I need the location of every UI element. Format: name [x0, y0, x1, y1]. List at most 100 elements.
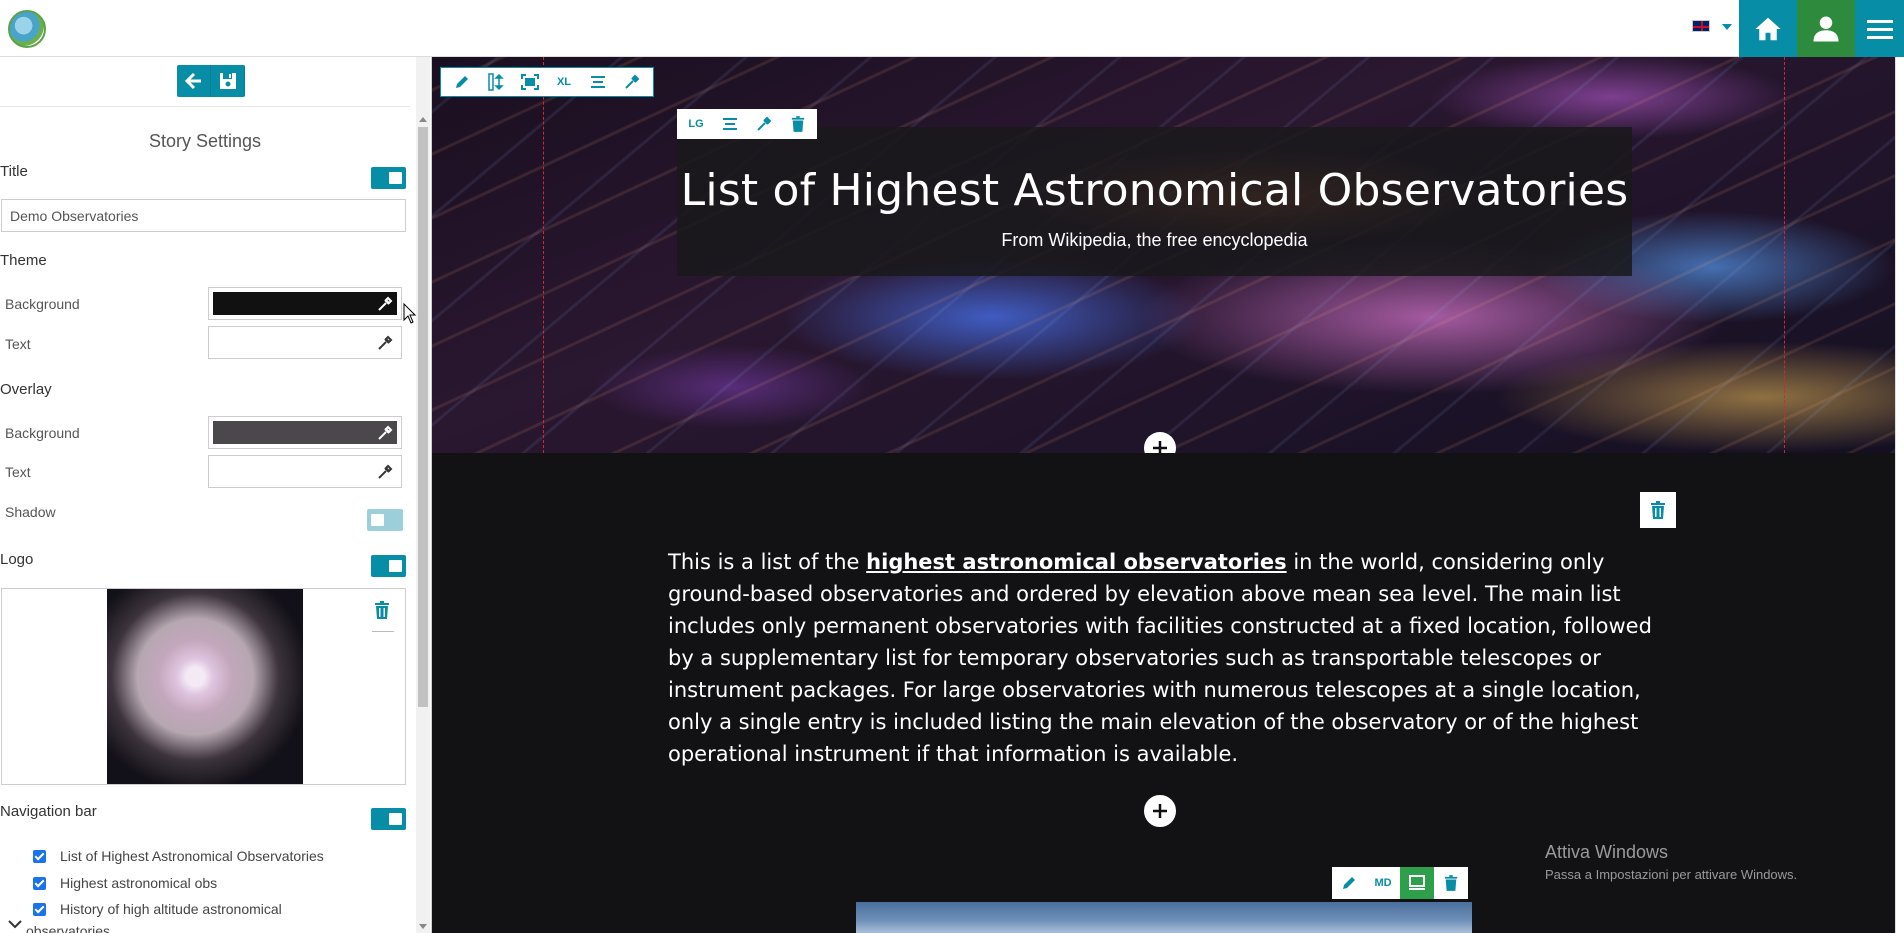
image-toolbar: MD	[1332, 867, 1468, 899]
logo-preview-box	[1, 588, 406, 785]
nav-item-label: History of high altitude astronomical	[60, 901, 282, 917]
eyedropper-icon	[378, 335, 393, 350]
overlay-background-label: Background	[5, 425, 80, 441]
delete-image-button[interactable]	[1434, 867, 1468, 899]
collapse-chevron-icon[interactable]	[8, 918, 22, 932]
delete-paragraph-button[interactable]	[1640, 492, 1676, 528]
plus-icon	[1153, 804, 1167, 818]
fullscreen-toggle-button[interactable]	[1400, 867, 1434, 899]
sidebar-divider	[0, 106, 410, 107]
edit-image-button[interactable]	[1332, 867, 1366, 899]
nav-item[interactable]: List of Highest Astronomical Observatori…	[33, 848, 324, 864]
scroll-up-arrow-icon[interactable]	[419, 117, 427, 122]
overlay-background-color-field[interactable]	[208, 416, 402, 449]
theme-text-label: Text	[5, 336, 31, 352]
overlay-text-label: Text	[5, 464, 31, 480]
align-button[interactable]	[581, 68, 615, 96]
theme-label: Theme	[0, 252, 47, 269]
size-md-button[interactable]: MD	[1366, 867, 1400, 899]
overlay-background-swatch	[213, 421, 397, 444]
globe-logo[interactable]	[8, 10, 46, 48]
guide-line-left	[543, 57, 544, 453]
hero-toolbar: XL	[440, 67, 654, 97]
theme-background-swatch	[213, 292, 397, 315]
arrow-left-icon	[184, 72, 201, 90]
title-label: Title	[0, 163, 28, 180]
navigation-bar-toggle[interactable]	[371, 808, 406, 830]
logo-label: Logo	[0, 551, 34, 568]
hamburger-menu-icon	[1866, 19, 1893, 39]
top-header	[0, 0, 1904, 57]
overlay-text-swatch	[213, 460, 397, 483]
theme-background-color-field[interactable]	[208, 287, 402, 320]
user-button[interactable]	[1797, 0, 1855, 57]
paragraph-link[interactable]: highest astronomical observatories	[866, 550, 1286, 574]
overlay-label: Overlay	[0, 381, 52, 398]
home-icon	[1755, 17, 1781, 40]
trash-icon	[1651, 501, 1665, 519]
hero-title[interactable]: List of Highest Astronomical Observatori…	[677, 165, 1632, 216]
resize-height-button[interactable]	[479, 68, 513, 96]
size-xl-button[interactable]: XL	[547, 68, 581, 96]
navigation-bar-label: Navigation bar	[0, 803, 97, 820]
sidebar-heading: Story Settings	[148, 131, 262, 151]
observatory-image[interactable]	[856, 902, 1472, 933]
color-picker-button[interactable]	[747, 110, 781, 138]
nav-item-checkbox[interactable]	[33, 902, 46, 916]
trash-icon	[375, 601, 389, 619]
title-toolbar: LG	[677, 109, 817, 139]
pencil-icon	[456, 76, 468, 88]
hero-subtitle[interactable]: From Wikipedia, the free encyclopedia	[677, 230, 1632, 251]
intro-paragraph[interactable]: This is a list of the highest astronomic…	[668, 546, 1668, 770]
hamburger-menu-button[interactable]	[1855, 0, 1904, 57]
add-section-button[interactable]	[1144, 795, 1176, 827]
nav-item[interactable]: Highest astronomical obs	[33, 875, 217, 891]
logo-toggle[interactable]	[371, 555, 406, 577]
page-scrollbar[interactable]	[1895, 57, 1904, 933]
overlay-shadow-label: Shadow	[5, 504, 56, 520]
align-button[interactable]	[713, 110, 747, 138]
logo-delete-button[interactable]	[374, 601, 390, 624]
shadow-toggle[interactable]	[367, 509, 403, 531]
plus-icon	[1153, 441, 1167, 453]
hero-section[interactable]: XL List of Highest Astronomical Observat…	[432, 57, 1895, 453]
overlay-text-color-field[interactable]	[208, 455, 402, 488]
guide-line-right	[1784, 57, 1785, 453]
nav-item[interactable]: History of high altitude astronomical	[33, 901, 282, 917]
eyedropper-icon	[757, 116, 772, 131]
edit-button[interactable]	[445, 68, 479, 96]
nav-item-checkbox[interactable]	[33, 876, 46, 890]
logo-image	[107, 589, 303, 784]
sidebar-scrollbar-thumb[interactable]	[418, 127, 428, 707]
uk-flag-icon[interactable]	[1692, 20, 1710, 32]
add-section-button[interactable]	[1144, 432, 1176, 453]
story-canvas: XL List of Highest Astronomical Observat…	[432, 57, 1895, 933]
theme-text-color-field[interactable]	[208, 326, 402, 359]
save-button[interactable]	[211, 65, 245, 97]
nav-item-label: List of Highest Astronomical Observatori…	[60, 848, 324, 864]
eyedropper-icon	[378, 425, 393, 440]
nav-item-label: Highest astronomical obs	[60, 875, 218, 891]
hero-title-box[interactable]: List of Highest Astronomical Observatori…	[677, 127, 1632, 276]
home-button[interactable]	[1739, 0, 1797, 57]
paragraph-text-after: in the world, considering only ground-ba…	[668, 550, 1652, 766]
fit-screen-button[interactable]	[513, 68, 547, 96]
language-dropdown-caret-icon[interactable]	[1722, 24, 1732, 30]
color-picker-button[interactable]	[615, 68, 649, 96]
sidebar-toolbar	[177, 65, 245, 97]
title-input[interactable]: Demo Observatories	[1, 199, 406, 232]
trash-icon	[1444, 875, 1458, 891]
eyedropper-icon	[378, 296, 393, 311]
title-toggle[interactable]	[371, 167, 406, 189]
scroll-down-arrow-icon[interactable]	[419, 924, 427, 929]
eyedropper-icon	[625, 74, 640, 89]
theme-background-label: Background	[5, 296, 80, 312]
back-button[interactable]	[177, 65, 211, 97]
paragraph-text-before: This is a list of the	[668, 550, 867, 574]
size-lg-button[interactable]: LG	[679, 110, 713, 138]
sidebar-scrollbar[interactable]	[416, 57, 430, 933]
mouse-cursor-icon	[403, 303, 417, 324]
delete-title-button[interactable]	[781, 110, 815, 138]
nav-item-checkbox[interactable]	[33, 849, 46, 863]
logo-divider	[372, 631, 394, 632]
